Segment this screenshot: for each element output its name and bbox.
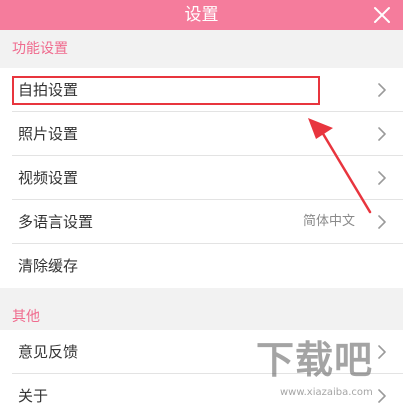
settings-item-feedback[interactable]: 意见反馈 [0, 330, 403, 374]
chevron-right-icon [378, 171, 386, 185]
page-title: 设置 [184, 5, 219, 25]
section-header-other: 其他 [0, 288, 403, 330]
chevron-right-icon [378, 215, 386, 229]
header-bar: 设置 [0, 0, 403, 30]
settings-item-label: 照片设置 [18, 125, 79, 143]
settings-item-label: 清除缓存 [18, 257, 79, 275]
section-label: 其他 [12, 309, 40, 325]
settings-item-photo[interactable]: 照片设置 [0, 112, 403, 156]
settings-item-about[interactable]: 关于 [0, 374, 403, 416]
chevron-right-icon [378, 389, 386, 403]
settings-item-video[interactable]: 视频设置 [0, 156, 403, 200]
chevron-right-icon [378, 345, 386, 359]
close-icon[interactable] [369, 2, 395, 28]
chevron-right-icon [378, 83, 386, 97]
settings-item-clear-cache[interactable]: 清除缓存 [0, 244, 403, 288]
settings-item-label: 多语言设置 [18, 213, 94, 231]
section-header-functions: 功能设置 [0, 30, 403, 68]
section-label: 功能设置 [12, 41, 68, 57]
settings-item-label: 关于 [18, 387, 49, 405]
annotation-highlight-box [12, 76, 320, 105]
settings-item-language[interactable]: 多语言设置 简体中文 [0, 200, 403, 244]
language-value: 简体中文 [302, 214, 355, 229]
settings-item-label: 意见反馈 [18, 343, 79, 361]
settings-item-label: 视频设置 [18, 169, 79, 187]
chevron-right-icon [378, 127, 386, 141]
